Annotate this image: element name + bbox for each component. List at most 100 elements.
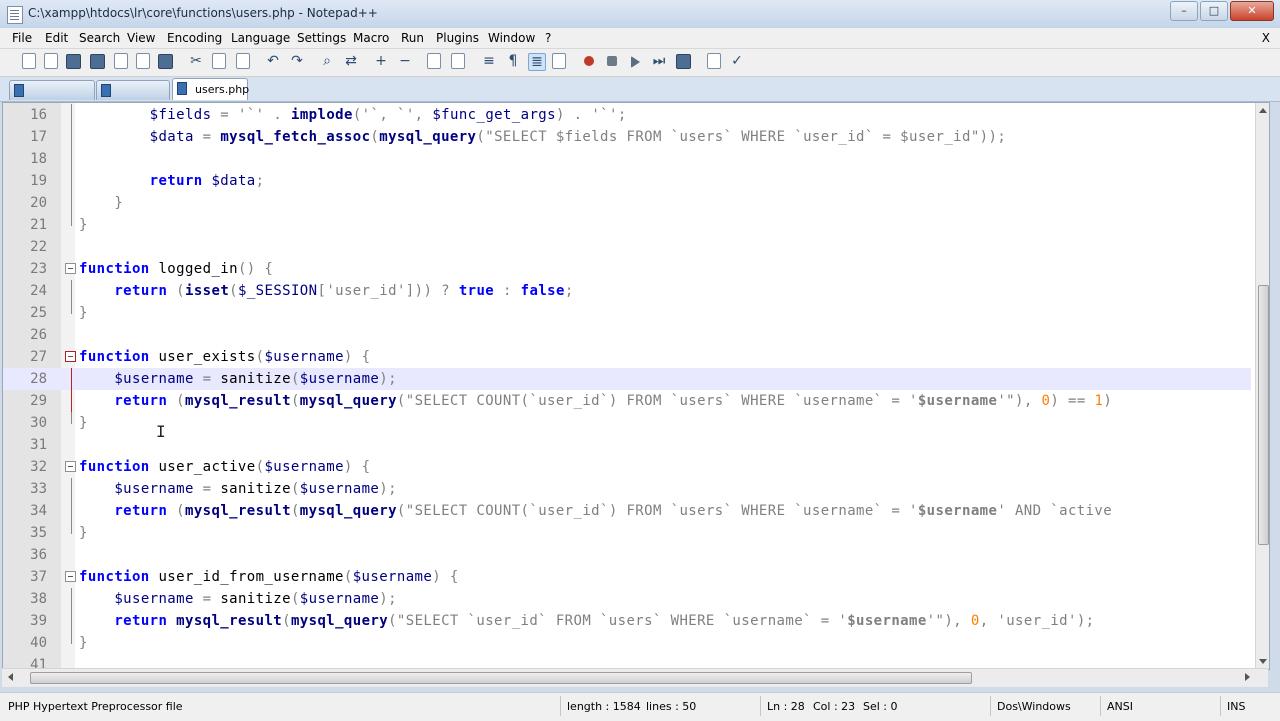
save-all-icon[interactable] <box>90 54 105 69</box>
line-number: 25 <box>30 305 47 321</box>
code-line[interactable]: 35} <box>3 522 1251 544</box>
save-icon[interactable] <box>66 54 81 69</box>
menu-encoding[interactable]: Encoding <box>167 31 222 45</box>
menu-settings[interactable]: Settings <box>297 31 346 45</box>
code-line[interactable]: 22 <box>3 236 1251 258</box>
close-all-icon[interactable] <box>136 53 150 69</box>
word-wrap-icon[interactable]: ≡ <box>481 53 497 69</box>
close-document-button[interactable]: X <box>1262 31 1270 45</box>
play-macro-icon[interactable] <box>631 56 640 68</box>
status-bar: PHP Hypertext Preprocessor file length :… <box>0 692 1280 721</box>
code-line[interactable]: 39 return mysql_result(mysql_query("SELE… <box>3 610 1251 632</box>
code-line[interactable]: 17 $data = mysql_fetch_assoc(mysql_query… <box>3 126 1251 148</box>
close-file-icon[interactable] <box>114 53 128 69</box>
code-line[interactable]: 32 function user_active($username) { <box>3 456 1251 478</box>
tab-file-1[interactable] <box>9 80 95 100</box>
code-line[interactable]: 18 <box>3 148 1251 170</box>
fold-toggle-icon[interactable] <box>65 263 76 274</box>
line-number: 32 <box>30 459 47 475</box>
code-text: $username = sanitize($username); <box>114 591 397 607</box>
scroll-up-icon[interactable] <box>1259 108 1267 113</box>
code-line[interactable]: 38 $username = sanitize($username); <box>3 588 1251 610</box>
code-text: } <box>79 635 88 651</box>
menu-file[interactable]: File <box>12 31 32 45</box>
stop-macro-icon[interactable] <box>607 56 617 66</box>
code-line[interactable]: 36 <box>3 544 1251 566</box>
vertical-scroll-thumb[interactable] <box>1258 285 1269 545</box>
minimize-button[interactable]: – <box>1170 1 1198 21</box>
run-macro-multiple-icon[interactable]: ⏭ <box>651 53 667 69</box>
menu-plugins[interactable]: Plugins <box>436 31 479 45</box>
code-line[interactable]: 25} <box>3 302 1251 324</box>
code-line[interactable]: 31 <box>3 434 1251 456</box>
cut-icon[interactable]: ✂ <box>188 53 204 69</box>
scroll-down-icon[interactable] <box>1259 659 1267 664</box>
copy-icon[interactable] <box>212 53 226 69</box>
code-line[interactable]: 30} <box>3 412 1251 434</box>
fold-toggle-icon[interactable] <box>65 351 76 362</box>
line-number: 28 <box>30 371 47 387</box>
scroll-right-icon[interactable] <box>1245 673 1250 681</box>
code-text: return (mysql_result(mysql_query("SELECT… <box>114 393 1113 409</box>
fold-toggle-icon[interactable] <box>65 461 76 472</box>
find-icon[interactable]: ⌕ <box>319 53 335 69</box>
fold-line <box>71 588 72 610</box>
horizontal-scrollbar[interactable] <box>2 668 1268 687</box>
vertical-scrollbar[interactable] <box>1255 103 1269 669</box>
close-button[interactable]: ✕ <box>1230 1 1274 21</box>
tab-users-php[interactable]: users.php <box>172 78 249 100</box>
code-line[interactable]: 24 return (isset($_SESSION['user_id'])) … <box>3 280 1251 302</box>
new-file-icon[interactable] <box>22 53 36 69</box>
menu-language[interactable]: Language <box>231 31 290 45</box>
menu-run[interactable]: Run <box>401 31 424 45</box>
menu-window[interactable]: Window <box>488 31 535 45</box>
menu-macro[interactable]: Macro <box>353 31 389 45</box>
menu-view[interactable]: View <box>127 31 155 45</box>
code-line[interactable]: 26 <box>3 324 1251 346</box>
code-text: } <box>114 195 124 211</box>
scroll-left-icon[interactable] <box>8 673 13 681</box>
line-number: 27 <box>30 349 47 365</box>
code-line[interactable]: 33 $username = sanitize($username); <box>3 478 1251 500</box>
open-folder-icon[interactable] <box>707 53 721 69</box>
record-macro-icon[interactable] <box>584 56 594 66</box>
code-line[interactable]: 16 $fields = '`' . implode('`, `', $func… <box>3 104 1251 126</box>
code-line[interactable]: 20 } <box>3 192 1251 214</box>
code-line[interactable]: 27 function user_exists($username) { <box>3 346 1251 368</box>
replace-icon[interactable]: ⇄ <box>343 53 359 69</box>
zoom-out-icon[interactable]: − <box>397 53 413 69</box>
menu-edit[interactable]: Edit <box>45 31 68 45</box>
tab-bar: users.php <box>0 77 1280 102</box>
print-icon[interactable] <box>158 54 173 69</box>
code-text: $fields = '`' . implode('`, `', $func_ge… <box>149 107 627 123</box>
open-file-icon[interactable] <box>44 53 58 69</box>
horizontal-scroll-thumb[interactable] <box>30 672 972 684</box>
tab-file-2[interactable] <box>96 80 170 100</box>
code-line[interactable]: 23 function logged_in() { <box>3 258 1251 280</box>
redo-icon[interactable]: ↷ <box>289 53 305 69</box>
indent-guide-icon[interactable]: ≣ <box>528 53 546 71</box>
fold-toggle-icon[interactable] <box>65 571 76 582</box>
status-encoding: ANSI <box>1107 700 1133 713</box>
maximize-button[interactable]: □ <box>1200 1 1228 21</box>
menu-help[interactable]: ? <box>545 31 551 45</box>
code-line[interactable]: 40} <box>3 632 1251 654</box>
paste-icon[interactable] <box>236 53 250 69</box>
sync-vertical-icon[interactable] <box>427 53 441 69</box>
line-number: 37 <box>30 569 47 585</box>
show-all-chars-icon[interactable]: ¶ <box>505 53 521 69</box>
save-macro-icon[interactable] <box>676 54 691 69</box>
undo-icon[interactable]: ↶ <box>265 53 281 69</box>
code-line[interactable]: 29 return (mysql_result(mysql_query("SEL… <box>3 390 1251 412</box>
code-line[interactable]: 37 function user_id_from_username($userna… <box>3 566 1251 588</box>
sync-horizontal-icon[interactable] <box>451 53 465 69</box>
user-lang-icon[interactable] <box>552 53 566 69</box>
spellcheck-icon[interactable]: ✓ <box>729 53 745 69</box>
code-line[interactable]: 28 $username = sanitize($username); <box>3 368 1251 390</box>
zoom-in-icon[interactable]: + <box>373 53 389 69</box>
code-editor[interactable]: 16 $fields = '`' . implode('`, `', $func… <box>2 102 1270 670</box>
code-line[interactable]: 19 return $data; <box>3 170 1251 192</box>
code-line[interactable]: 21} <box>3 214 1251 236</box>
menu-search[interactable]: Search <box>79 31 120 45</box>
code-line[interactable]: 34 return (mysql_result(mysql_query("SEL… <box>3 500 1251 522</box>
